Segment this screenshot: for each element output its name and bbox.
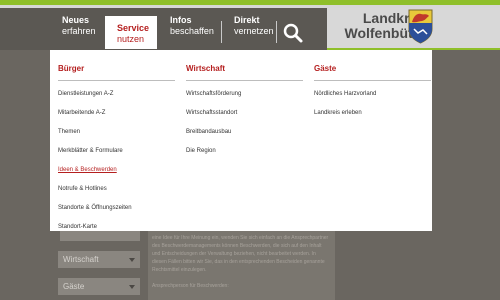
mega-menu: Bürger Dienstleistungen A-Z Mitarbeitend… [50, 50, 432, 231]
menu-item[interactable]: Merkblätter & Formulare [58, 147, 175, 166]
menu-divider [58, 80, 175, 81]
nav-item-direkt[interactable]: Direkt vernetzen [234, 15, 274, 48]
nav-item-title: Service [117, 23, 150, 33]
chevron-down-icon [129, 258, 135, 262]
menu-item-active[interactable]: Ideen & Beschwerden [58, 166, 175, 185]
menu-item[interactable]: Breitbandausbau [186, 128, 303, 147]
sidebar-dropdown-gaeste[interactable]: Gäste [58, 278, 140, 295]
menu-item[interactable]: Themen [58, 128, 175, 147]
nav-item-neues[interactable]: Neues erfahren [62, 15, 96, 48]
nav-item-subtitle: erfahren [62, 26, 96, 36]
sidebar-stub [60, 231, 140, 241]
nav-divider [276, 21, 277, 43]
search-icon[interactable] [282, 22, 304, 44]
menu-item[interactable]: Dienstleistungen A-Z [58, 90, 175, 109]
nav-item-subtitle: beschaffen [170, 26, 214, 36]
menu-item[interactable]: Nördliches Harzvorland [314, 90, 431, 109]
nav-item-title: Neues [62, 15, 90, 25]
menu-item[interactable]: Mitarbeitende A-Z [58, 109, 175, 128]
sidebar-dropdown-label: Gäste [63, 282, 85, 291]
nav-item-title: Infos [170, 15, 192, 25]
coat-of-arms-icon[interactable] [408, 9, 433, 44]
menu-heading[interactable]: Gäste [314, 64, 431, 74]
menu-column-gaeste: Gäste Nördliches Harzvorland Landkreis e… [314, 64, 431, 128]
menu-column-buerger: Bürger Dienstleistungen A-Z Mitarbeitend… [58, 64, 175, 242]
nav-item-subtitle: nutzen [117, 34, 145, 44]
nav-item-infos[interactable]: Infos beschaffen [170, 15, 214, 48]
nav-divider [221, 21, 222, 43]
sidebar-dropdown-wirtschaft[interactable]: Wirtschaft [58, 251, 140, 268]
menu-item[interactable]: Notrufe & Hotlines [58, 185, 175, 204]
nav-item-service[interactable]: Service nutzen [105, 16, 158, 49]
menu-item[interactable]: Wirtschaftsstandort [186, 109, 303, 128]
chevron-down-icon [129, 285, 135, 289]
menu-item[interactable]: Die Region [186, 147, 303, 166]
menu-heading[interactable]: Bürger [58, 64, 175, 74]
menu-item[interactable]: Wirtschaftsförderung [186, 90, 303, 109]
background-paragraph: eine Idee für Ihre Meinung ein, wenden S… [152, 235, 329, 273]
background-paragraph: Ansprechperson für Beschwerden: [152, 283, 229, 289]
menu-divider [186, 80, 303, 81]
menu-divider [314, 80, 431, 81]
nav-item-subtitle: vernetzen [234, 26, 274, 36]
menu-column-wirtschaft: Wirtschaft Wirtschaftsförderung Wirtscha… [186, 64, 303, 166]
sidebar-dropdown-label: Wirtschaft [63, 255, 99, 264]
nav-item-title: Direkt [234, 15, 260, 25]
background-content: eine Idee für Ihre Meinung ein, wenden S… [148, 231, 335, 300]
menu-item[interactable]: Standorte & Öffnungszeiten [58, 204, 175, 223]
menu-item[interactable]: Landkreis erleben [314, 109, 431, 128]
menu-heading[interactable]: Wirtschaft [186, 64, 303, 74]
